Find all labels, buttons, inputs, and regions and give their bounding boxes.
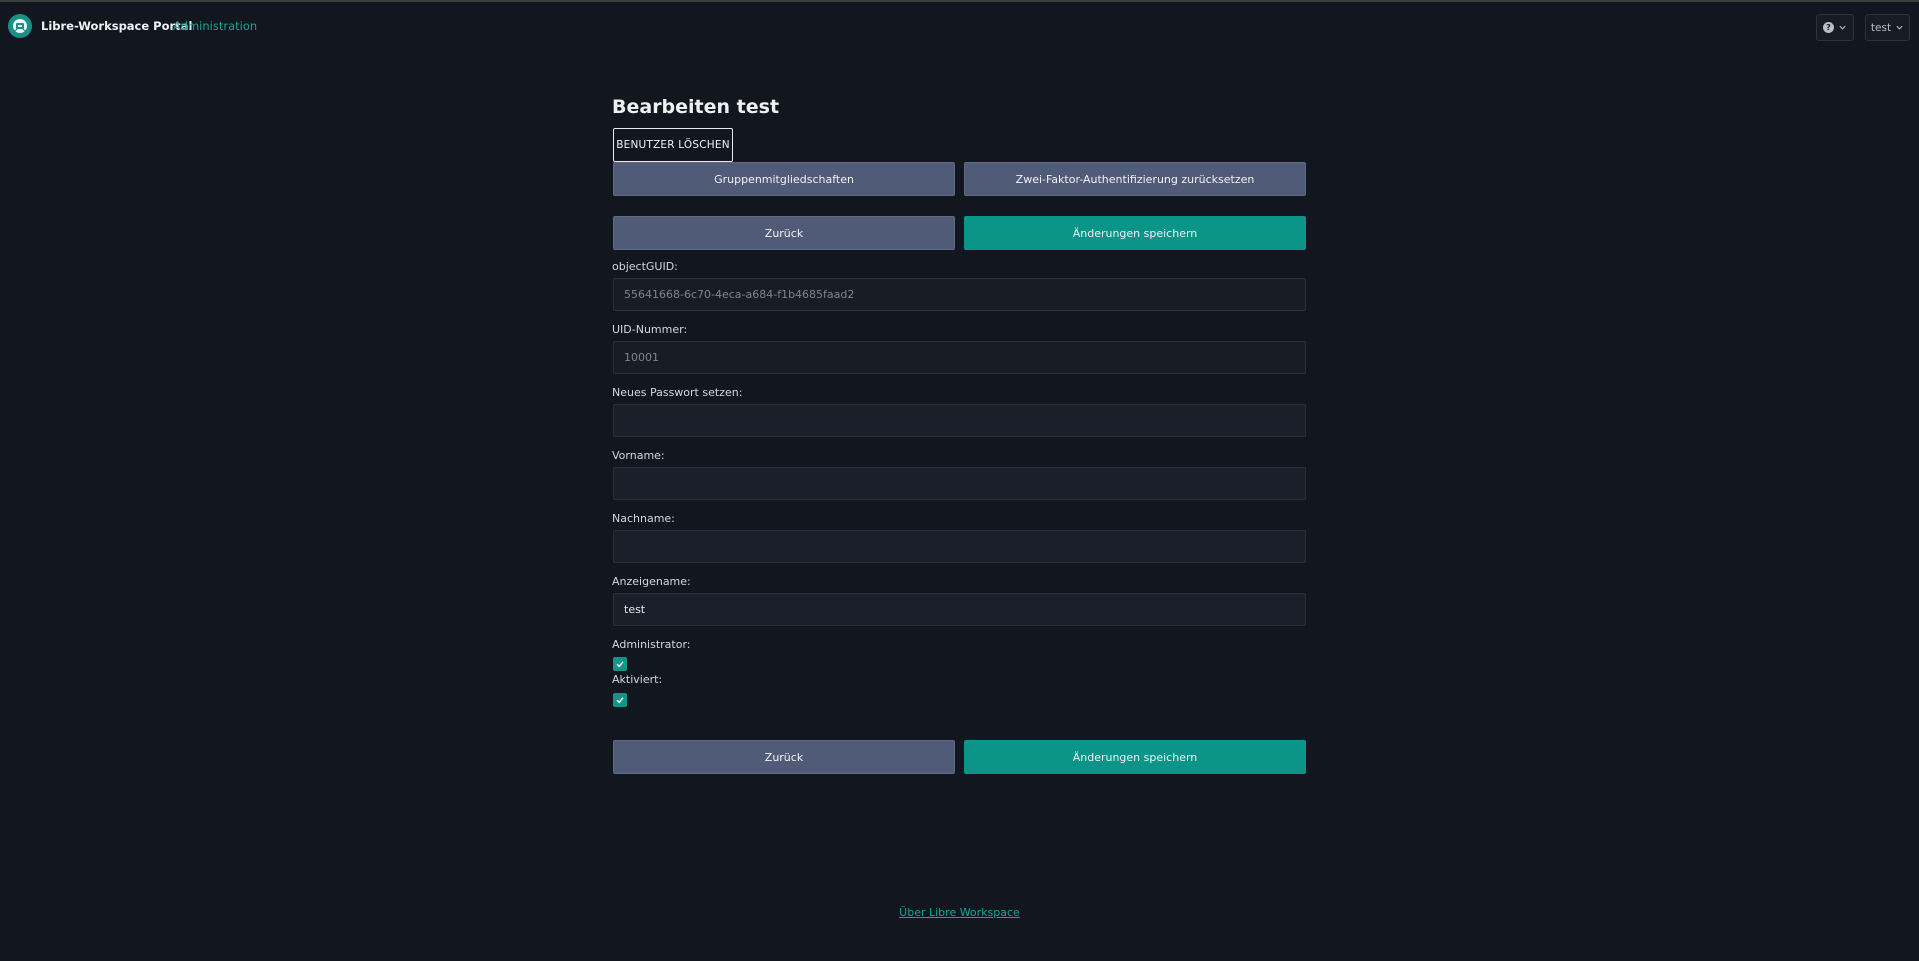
first-name-label: Vorname: [612, 449, 665, 462]
about-libre-workspace-link[interactable]: Über Libre Workspace [0, 906, 1919, 919]
nav-administration-link[interactable]: Administration [173, 19, 257, 33]
new-password-field[interactable] [613, 404, 1306, 437]
user-dropdown-label: test [1870, 21, 1892, 34]
administrator-label: Administrator: [612, 638, 691, 651]
checkmark-icon [616, 697, 624, 704]
object-guid-value: 55641668-6c70-4eca-a684-f1b4685faad2 [624, 288, 855, 301]
last-name-label: Nachname: [612, 512, 675, 525]
activated-label: Aktiviert: [612, 673, 663, 686]
save-button-top[interactable]: Änderungen speichern [964, 216, 1306, 250]
display-name-field[interactable]: test [613, 593, 1306, 626]
object-guid-field[interactable]: 55641668-6c70-4eca-a684-f1b4685faad2 [613, 278, 1306, 311]
new-password-label: Neues Passwort setzen: [612, 386, 743, 399]
help-dropdown-button[interactable]: ? [1816, 14, 1854, 41]
navbar: Libre-Workspace Portal Administration ? … [0, 2, 1919, 50]
object-guid-label: objectGUID: [612, 260, 678, 273]
reset-2fa-button[interactable]: Zwei-Faktor-Authentifizierung zurücksetz… [964, 162, 1306, 196]
last-name-field[interactable] [613, 530, 1306, 563]
display-name-value: test [624, 603, 646, 616]
chevron-down-icon [1839, 25, 1846, 30]
chevron-down-icon [1896, 25, 1903, 30]
app-logo-icon[interactable] [8, 14, 32, 38]
page-title: Bearbeiten test [612, 96, 780, 118]
delete-user-button[interactable]: BENUTZER LÖSCHEN [613, 128, 733, 162]
activated-checkbox[interactable] [613, 693, 627, 707]
uid-number-value: 10001 [624, 351, 659, 364]
user-dropdown-button[interactable]: test [1865, 14, 1910, 41]
display-name-label: Anzeigename: [612, 575, 691, 588]
question-circle-icon: ? [1823, 22, 1834, 33]
back-button-top[interactable]: Zurück [613, 216, 955, 250]
first-name-field[interactable] [613, 467, 1306, 500]
uid-number-field[interactable]: 10001 [613, 341, 1306, 374]
checkmark-icon [616, 661, 624, 668]
administrator-checkbox[interactable] [613, 657, 627, 671]
uid-number-label: UID-Nummer: [612, 323, 688, 336]
app-brand[interactable]: Libre-Workspace Portal [41, 19, 192, 33]
group-memberships-button[interactable]: Gruppenmitgliedschaften [613, 162, 955, 196]
save-button-bottom[interactable]: Änderungen speichern [964, 740, 1306, 774]
back-button-bottom[interactable]: Zurück [613, 740, 955, 774]
